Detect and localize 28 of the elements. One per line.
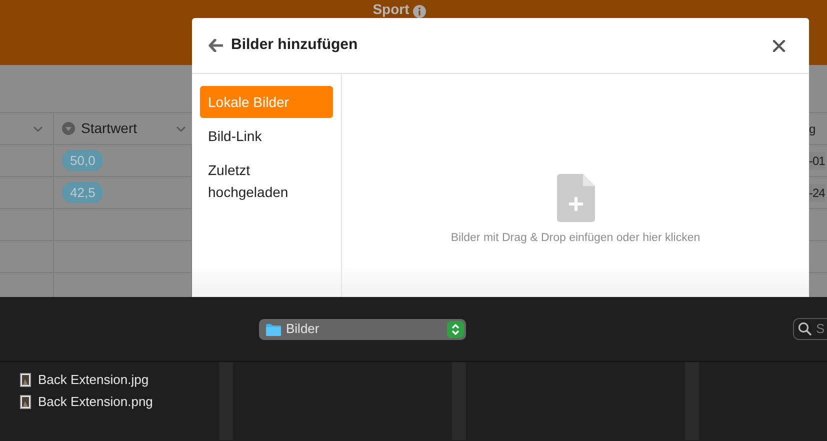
value-tag: 42,5 — [62, 182, 104, 204]
back-arrow-icon[interactable] — [208, 39, 223, 52]
value-tag: 50,0 — [62, 150, 104, 172]
close-button[interactable] — [771, 38, 787, 54]
drop-zone[interactable]: Bilder mit Drag & Drop einfügen oder hier klicken — [342, 74, 809, 297]
file-name[interactable]: Back Extension.jpg — [38, 370, 149, 389]
add-file-icon — [556, 174, 594, 222]
dropdown-column-icon — [62, 122, 75, 135]
column-header[interactable]: Startwert — [81, 118, 138, 139]
folder-icon — [266, 322, 281, 336]
drop-hint: Bilder mit Drag & Drop einfügen oder hier klicken — [450, 230, 700, 246]
dialog-title: Bilder hinzufügen — [231, 35, 358, 56]
source-tab[interactable]: Zuletzt hochgeladen — [200, 154, 333, 208]
chevron-icon[interactable] — [33, 126, 43, 132]
file-name[interactable]: Back Extension.png — [38, 392, 153, 411]
chevron-icon[interactable] — [176, 126, 186, 132]
location-popup[interactable]: Bilder — [259, 318, 466, 340]
table-cell: -24 — [809, 184, 825, 202]
app-title: Sport — [372, 2, 410, 17]
image-file-icon — [20, 372, 31, 386]
column-header[interactable]: g — [809, 120, 816, 138]
search-field[interactable]: S — [793, 318, 827, 340]
search-icon — [798, 322, 812, 336]
source-tab[interactable]: Bild-Link — [200, 120, 333, 152]
table-cell: -01 — [809, 152, 825, 170]
image-file-icon — [20, 394, 31, 408]
up-down-arrows-icon — [447, 320, 464, 338]
info-icon[interactable] — [413, 5, 426, 18]
